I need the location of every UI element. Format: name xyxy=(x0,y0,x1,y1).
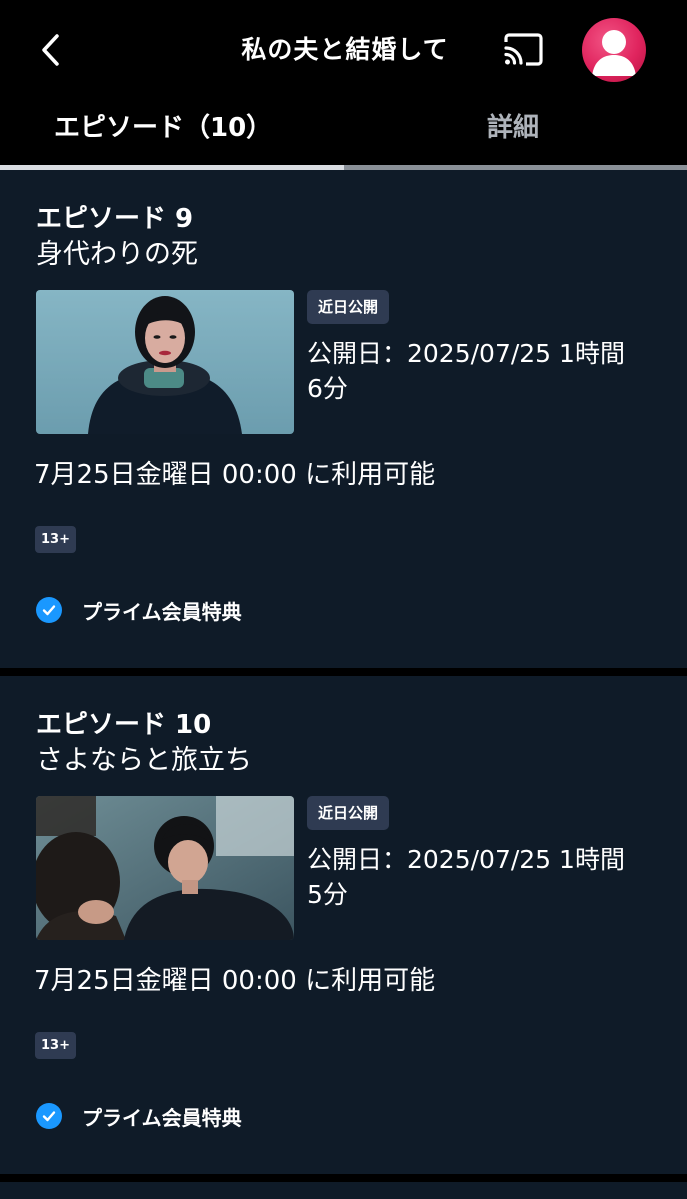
check-circle-icon xyxy=(36,597,62,623)
next-episode-card-edge xyxy=(0,1182,687,1199)
cast-icon xyxy=(504,33,543,66)
availability-text: 7月25日金曜日 00:00 に利用可能 xyxy=(34,460,436,490)
age-rating-badge: 13+ xyxy=(35,1032,76,1059)
page-title: 私の夫と結婚して xyxy=(241,35,449,64)
prime-benefit-label: プライム会員特典 xyxy=(82,599,242,624)
episode-thumbnail[interactable] xyxy=(36,796,294,940)
coming-soon-badge: 近日公開 xyxy=(307,796,390,830)
release-info: 公開日：2025/07/25 1時間 6分 xyxy=(307,339,625,403)
episode-card[interactable]: エピソード 9 身代わりの死 近日公開 公開日：2025/07/25 1時間 6… xyxy=(0,170,687,668)
availability-text: 7月25日金曜日 00:00 に利用可能 xyxy=(34,966,436,996)
top-bar: 私の夫と結婚して xyxy=(0,0,687,100)
woman-in-snow-image xyxy=(36,290,294,434)
episode-number: エピソード 10 xyxy=(36,710,212,740)
age-rating-badge: 13+ xyxy=(35,526,76,553)
tab-bar: エピソード（10） 詳細 xyxy=(0,100,687,170)
cast-button[interactable] xyxy=(500,28,546,72)
coming-soon-badge: 近日公開 xyxy=(307,290,390,324)
profile-avatar[interactable] xyxy=(582,18,646,82)
episode-title: さよならと旅立ち xyxy=(36,745,252,776)
episode-number: エピソード 9 xyxy=(36,204,194,234)
prime-benefit: プライム会員特典 xyxy=(36,594,242,626)
app-root: 私の夫と結婚して エピソード（10） 詳細 エピソード 9 身代わりの死 近日公… xyxy=(0,0,687,1199)
tab-episodes[interactable]: エピソード（10） xyxy=(54,100,272,166)
prime-benefit-label: プライム会員特典 xyxy=(82,1105,242,1130)
release-info: 公開日：2025/07/25 1時間 5分 xyxy=(307,845,625,909)
user-avatar-icon xyxy=(592,30,636,76)
episode-thumbnail[interactable] xyxy=(36,290,294,434)
episode-title: 身代わりの死 xyxy=(36,239,198,270)
check-circle-icon xyxy=(36,1103,62,1129)
chevron-left-icon xyxy=(42,34,59,66)
episode-card[interactable]: エピソード 10 さよならと旅立ち 近日公開 公開日：2025/07/25 1時… xyxy=(0,676,687,1174)
tab-details[interactable]: 詳細 xyxy=(487,100,539,166)
prime-benefit: プライム会員特典 xyxy=(36,1100,242,1132)
two-people-image xyxy=(36,796,294,940)
back-button[interactable] xyxy=(30,28,70,72)
